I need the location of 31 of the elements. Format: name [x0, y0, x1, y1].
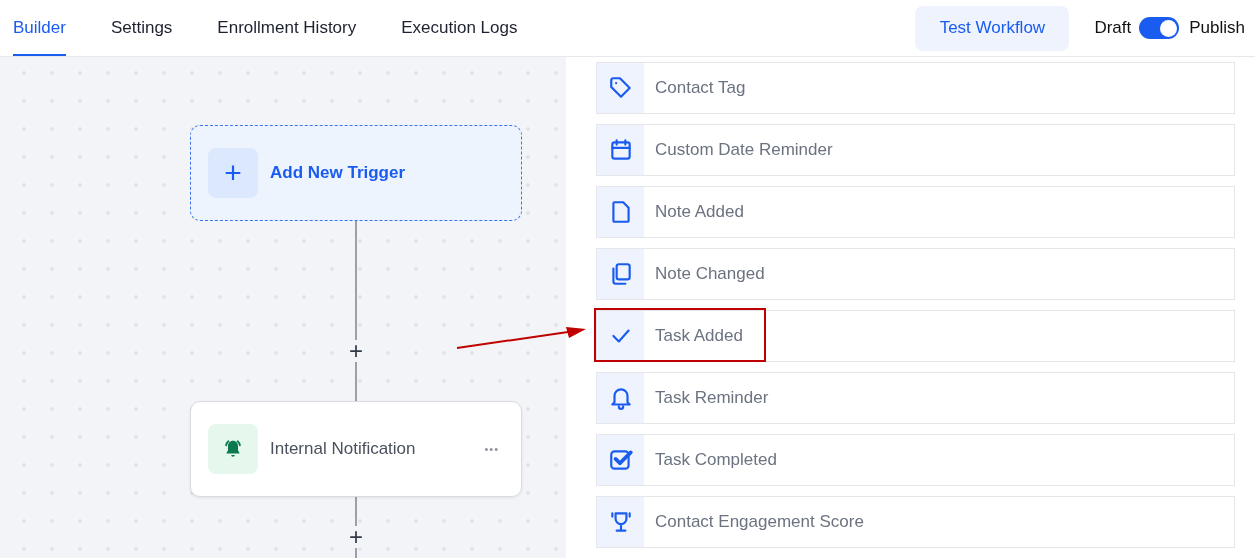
trigger-option[interactable]: Note Added	[596, 186, 1235, 238]
trigger-option[interactable]: Custom Date Reminder	[596, 124, 1235, 176]
more-menu-button[interactable]: •••	[478, 442, 505, 456]
option-label: Note Changed	[655, 264, 765, 284]
bell-icon	[208, 424, 258, 474]
test-workflow-button[interactable]: Test Workflow	[915, 5, 1070, 51]
publish-label: Publish	[1189, 18, 1245, 38]
draft-label: Draft	[1094, 18, 1132, 38]
option-label: Contact Tag	[655, 78, 746, 98]
trigger-option[interactable]: Task Reminder	[596, 372, 1235, 424]
option-label: Task Completed	[655, 450, 777, 470]
action-label: Internal Notification	[270, 439, 417, 459]
trigger-option[interactable]: Task Completed	[596, 434, 1235, 486]
option-label: Note Added	[655, 202, 744, 222]
tab[interactable]: Settings	[110, 0, 173, 56]
checkbox-icon	[607, 447, 634, 473]
add-icon[interactable]: +	[208, 148, 258, 198]
tab[interactable]: Enrollment History	[217, 0, 357, 56]
tag-icon	[607, 75, 634, 101]
publish-toggle[interactable]	[1139, 17, 1180, 39]
add-trigger-card[interactable]: + Add New Trigger	[190, 125, 522, 221]
option-label: Custom Date Reminder	[655, 140, 833, 160]
trigger-label: Add New Trigger	[270, 163, 406, 183]
option-label: Task Added	[655, 326, 743, 346]
option-label: Task Reminder	[655, 388, 769, 408]
tab[interactable]: Execution Logs	[401, 0, 518, 56]
option-label: Contact Engagement Score	[655, 512, 864, 532]
trigger-option[interactable]: Contact Tag	[596, 62, 1235, 114]
trigger-option[interactable]: Note Changed	[596, 248, 1235, 300]
trigger-option[interactable]: Contact Engagement Score	[596, 496, 1235, 548]
action-card[interactable]: Internal Notification •••	[190, 401, 522, 497]
